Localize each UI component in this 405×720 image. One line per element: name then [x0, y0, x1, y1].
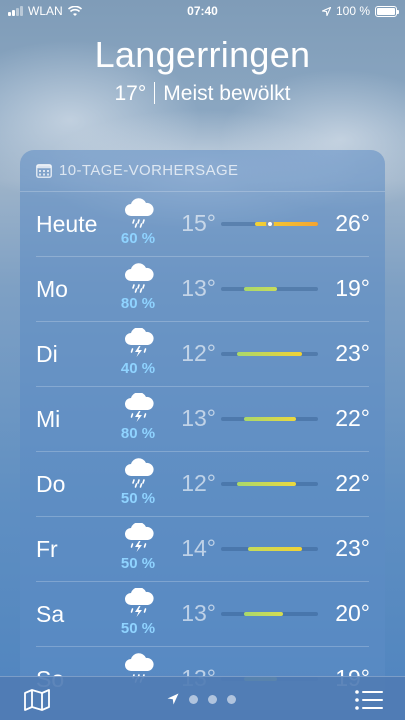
forecast-row[interactable]: Sa 50 % 13° 20° [20, 582, 385, 647]
condition-text: Meist bewölkt [163, 82, 291, 105]
city-name: Langerringen [94, 34, 311, 75]
temperature-range-fill [254, 222, 318, 226]
current-temperature: 17° [114, 82, 147, 105]
bottom-toolbar [0, 676, 405, 720]
forecast-day: Mi [36, 406, 61, 432]
calendar-icon [36, 163, 52, 178]
precipitation-chance: 50 % [120, 490, 156, 507]
current-conditions: 17° Meist bewölkt [0, 82, 405, 106]
forecast-row[interactable]: Mo 80 % 13° 19° [20, 257, 385, 322]
page-dot [189, 694, 198, 704]
status-right: 100 % [321, 4, 399, 18]
low-temperature: 12° [181, 470, 216, 496]
battery-percent: 100 % [335, 4, 370, 18]
forecast-row[interactable]: Heute 60 % 15° 26° [20, 192, 385, 257]
high-temperature: 20° [335, 600, 370, 626]
temperature-range-fill [237, 482, 296, 486]
precipitation-chance: 80 % [120, 425, 156, 442]
low-temperature: 15° [181, 210, 216, 236]
temperature-range-fill [237, 352, 303, 356]
list-icon[interactable] [355, 690, 383, 710]
high-temperature: 19° [335, 275, 370, 301]
forecast-day: Di [36, 341, 58, 367]
cloud-rain-icon [122, 198, 156, 228]
cloud-bolt-rain-icon [122, 587, 156, 618]
cloud-rain-icon [122, 263, 156, 293]
high-temperature: 23° [335, 340, 370, 366]
low-temperature: 13° [181, 600, 216, 626]
forecast-day: Sa [36, 601, 65, 627]
temperature-range-bar [221, 612, 318, 616]
temperature-range-bar [221, 352, 318, 356]
precipitation-chance: 50 % [120, 620, 156, 637]
temperature-range-bar [221, 287, 318, 291]
temperature-range-bar [221, 417, 318, 421]
battery-icon [375, 5, 399, 17]
high-temperature: 23° [335, 535, 370, 561]
forecast-row[interactable]: Di 40 % 12° 23° [20, 322, 385, 387]
forecast-row[interactable]: Do 50 % 12° 22° [20, 452, 385, 517]
page-indicator[interactable] [167, 693, 236, 705]
high-temperature: 26° [335, 210, 370, 236]
high-temperature: 22° [335, 405, 370, 431]
cloud-bolt-rain-icon [122, 327, 156, 358]
status-bar: WLAN 07:40 100 % [0, 0, 405, 22]
temperature-range-bar [221, 547, 318, 551]
card-title: 10-TAGE-VORHERSAGE [59, 162, 239, 179]
low-temperature: 14° [181, 535, 216, 561]
page-dot [227, 694, 236, 704]
precipitation-chance: 60 % [120, 230, 156, 247]
high-temperature: 22° [335, 470, 370, 496]
precipitation-chance: 80 % [120, 295, 156, 312]
temperature-range-fill [248, 547, 303, 551]
forecast-row[interactable]: Mi 80 % 13° 22° [20, 387, 385, 452]
temperature-range-bar [221, 482, 318, 486]
page-dot [208, 694, 217, 704]
location-services-icon [321, 6, 331, 16]
temperature-range-bar [221, 220, 318, 228]
forecast-row[interactable]: Fr 50 % 14° 23° [20, 517, 385, 582]
cloud-bolt-rain-icon [122, 392, 156, 423]
cloud-rain-icon [122, 458, 156, 488]
low-temperature: 13° [181, 275, 216, 301]
forecast-day: Do [36, 471, 66, 497]
card-header: 10-TAGE-VORHERSAGE [20, 150, 385, 192]
temperature-range-fill [244, 417, 296, 421]
forecast-day: Heute [36, 211, 98, 237]
low-temperature: 13° [181, 405, 216, 431]
separator [154, 82, 156, 104]
map-icon[interactable] [24, 689, 50, 711]
temperature-range-fill [244, 612, 284, 616]
current-temperature-marker [265, 220, 274, 228]
forecast-day: Fr [36, 536, 58, 562]
location-arrow-icon [167, 693, 179, 705]
forecast-day: Mo [36, 276, 68, 302]
cloud-bolt-rain-icon [122, 522, 156, 553]
temperature-range-fill [244, 287, 278, 291]
precipitation-chance: 40 % [120, 360, 156, 377]
low-temperature: 12° [181, 340, 216, 366]
ten-day-forecast-card[interactable]: 10-TAGE-VORHERSAGE Heute 60 % 15° 26° Mo 80 %… [20, 150, 385, 710]
precipitation-chance: 50 % [120, 555, 156, 572]
